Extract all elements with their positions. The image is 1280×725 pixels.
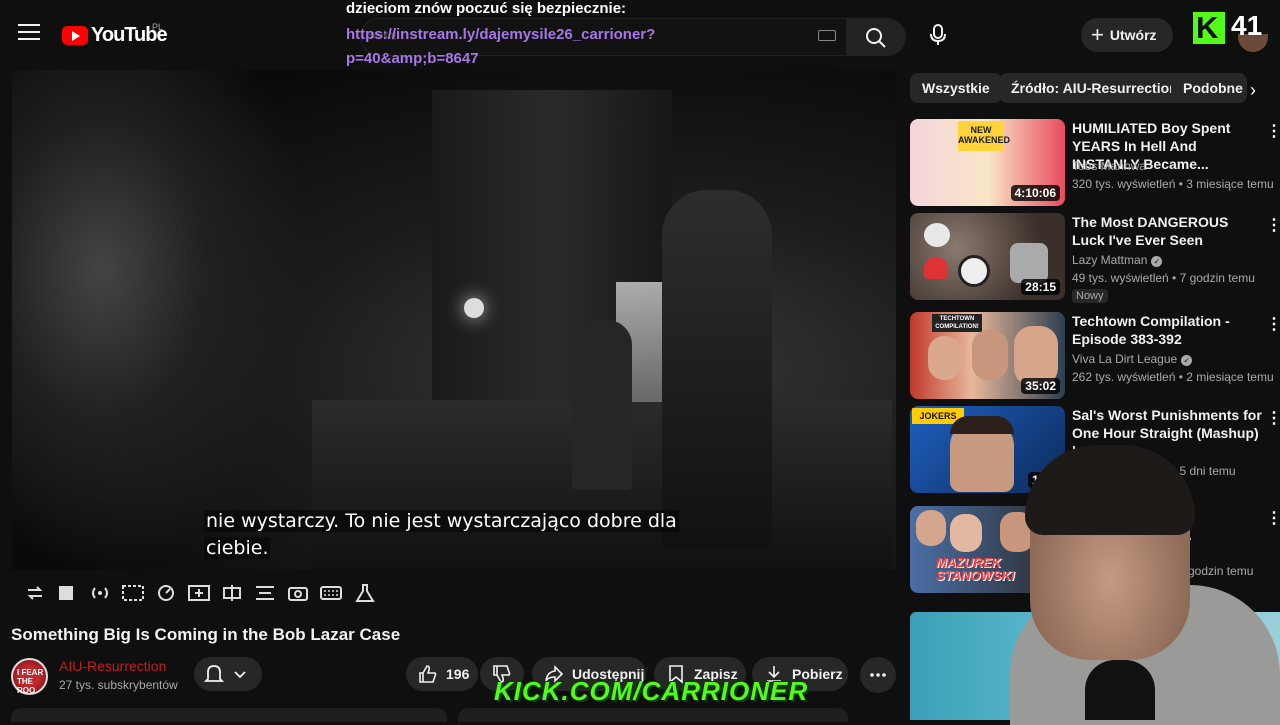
verified-icon: ✓ xyxy=(1181,355,1193,366)
caption-line-1: nie wystarczy. To nie jest wystarczająco… xyxy=(204,510,679,532)
create-label: Utwórz xyxy=(1109,27,1157,43)
stop-icon[interactable] xyxy=(57,584,79,602)
channel-avatar-text: I FEAR THE ROO xyxy=(17,668,44,695)
loop-icon[interactable] xyxy=(24,584,46,602)
microphone-icon xyxy=(930,24,946,45)
video-player[interactable] xyxy=(12,70,896,570)
kick-viewer-count: 41 xyxy=(1231,10,1263,41)
video-thumbnail[interactable]: 28:15 xyxy=(910,213,1065,300)
subscriber-count: 27 tys. subskrybentów xyxy=(59,678,178,692)
video-duration: 28:15 xyxy=(1021,279,1060,295)
caption-line-2: ciebie. xyxy=(204,537,271,559)
video-thumbnail[interactable]: TECHTOWN COMPILATION! 35:02 xyxy=(910,312,1065,399)
thumbnail-badge: NEW AWAKENED xyxy=(958,121,1010,151)
youtube-play-icon xyxy=(62,26,88,45)
stream-overlay-text: dzieciom znów poczuć się bezpiecznie: xyxy=(346,0,627,17)
verified-icon: ✓ xyxy=(1151,256,1163,267)
hamburger-menu-icon[interactable] xyxy=(18,24,40,42)
youtube-logo[interactable]: YouTube xyxy=(62,24,168,47)
flask-icon[interactable] xyxy=(354,584,376,602)
region-label: PL xyxy=(152,22,164,32)
video-duration: 4:10:06 xyxy=(1010,185,1060,201)
more-vertical-icon[interactable]: ⋮ xyxy=(1266,121,1280,141)
rec-title[interactable]: The Most DANGEROUS Luck I've Ever Seen xyxy=(1072,213,1262,249)
bell-icon xyxy=(203,665,246,682)
recommendation-item[interactable]: TECHTOWN COMPILATION! 35:02 Techtown Com… xyxy=(910,312,1280,402)
rec-channel[interactable]: Lazy Mattman ✓ xyxy=(1072,253,1163,267)
speed-icon[interactable] xyxy=(155,584,177,602)
new-badge: Nowy xyxy=(1072,289,1108,303)
chip-similar[interactable]: Podobne xyxy=(1171,73,1247,103)
recommendation-item[interactable]: NEW AWAKENED 4:10:06 HUMILIATED Boy Spen… xyxy=(910,119,1280,209)
keyboard-shortcuts-icon[interactable] xyxy=(320,584,342,602)
more-vertical-icon[interactable]: ⋮ xyxy=(1266,508,1280,528)
screenshot-icon[interactable] xyxy=(287,584,309,602)
notification-bell-button[interactable] xyxy=(194,657,262,691)
voice-search-button[interactable] xyxy=(918,15,958,55)
thumbs-up-icon xyxy=(419,665,437,683)
search-button[interactable] xyxy=(846,18,906,56)
plus-icon: + xyxy=(1091,22,1104,47)
kick-logo-icon xyxy=(1193,10,1225,46)
channel-avatar[interactable]: I FEAR THE ROO xyxy=(11,658,48,695)
keyboard-icon[interactable] xyxy=(818,30,836,41)
more-vertical-icon[interactable]: ⋮ xyxy=(1266,215,1280,235)
recommendation-item[interactable]: 28:15 The Most DANGEROUS Luck I've Ever … xyxy=(910,213,1280,303)
more-actions-button[interactable] xyxy=(860,657,896,693)
chevron-right-icon[interactable]: › xyxy=(1250,80,1256,101)
chip-source-channel[interactable]: Źródło: AIU-Resurrection xyxy=(999,73,1190,103)
rec-title[interactable]: Techtown Compilation - Episode 383-392 xyxy=(1072,312,1262,348)
align-icon[interactable] xyxy=(254,584,276,602)
video-thumbnail[interactable]: NEW AWAKENED 4:10:06 xyxy=(910,119,1065,206)
webcam-microphone xyxy=(1085,660,1155,720)
like-button[interactable]: 196 xyxy=(406,657,478,691)
thumbnail-badge: TECHTOWN COMPILATION! xyxy=(932,314,982,332)
more-horizontal-icon xyxy=(870,673,886,677)
rec-channel[interactable]: Tobs Manhwa xyxy=(1072,159,1146,173)
more-vertical-icon[interactable]: ⋮ xyxy=(1266,408,1280,428)
more-vertical-icon[interactable]: ⋮ xyxy=(1266,314,1280,334)
channel-name[interactable]: AIU-Resurrection xyxy=(59,658,166,674)
stream-overlay-link: https://instream.ly/dajemysile26_carrion… xyxy=(346,26,656,67)
rec-meta: 320 tys. wyświetleń • 3 miesiące temu xyxy=(1072,177,1274,191)
compare-icon[interactable] xyxy=(221,584,243,602)
video-duration: 35:02 xyxy=(1021,378,1060,394)
rec-meta: 49 tys. wyświetleń • 7 godzin temu xyxy=(1072,271,1255,285)
rec-meta: 262 tys. wyświetleń • 2 miesiące temu xyxy=(1072,370,1274,384)
video-caption: nie wystarczy. To nie jest wystarczająco… xyxy=(204,508,679,562)
search-icon xyxy=(866,28,886,48)
rec-channel[interactable]: Viva La Dirt League ✓ xyxy=(1072,352,1193,366)
kick-url-overlay: KICK.COM/CARRIONER xyxy=(494,676,809,706)
video-title: Something Big Is Coming in the Bob Lazar… xyxy=(11,625,401,644)
miniplayer-icon[interactable] xyxy=(122,584,144,602)
add-frame-icon[interactable] xyxy=(188,584,210,602)
create-button[interactable]: + Utwórz xyxy=(1081,18,1173,52)
like-count: 196 xyxy=(446,666,470,682)
chip-all[interactable]: Wszystkie xyxy=(910,73,1002,103)
broadcast-icon[interactable] xyxy=(89,584,111,602)
